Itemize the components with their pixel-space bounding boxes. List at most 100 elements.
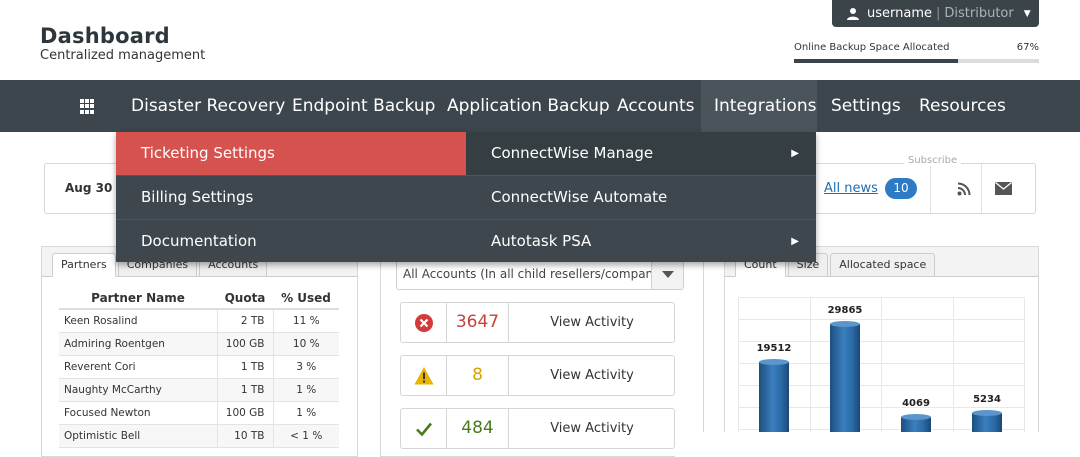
- nav-application-backup[interactable]: Application Backup: [433, 80, 624, 132]
- chart-data-label: 29865: [827, 305, 863, 317]
- percent-used-cell: 1 %: [272, 401, 339, 425]
- subscribe-group: [930, 163, 1037, 214]
- nav-disaster-recovery[interactable]: Disaster Recovery: [116, 80, 300, 132]
- chevron-right-icon: ▶: [791, 236, 799, 247]
- storage-meter: Online Backup Space Allocated 67%: [794, 42, 1039, 63]
- username-label: username: [867, 6, 932, 21]
- tab-allocated-space[interactable]: Allocated space: [830, 253, 936, 277]
- storage-bar-fill: [794, 59, 959, 63]
- mail-icon[interactable]: [995, 182, 1012, 195]
- subscribe-label: Subscribe: [904, 155, 962, 166]
- chart-gridline: [881, 297, 882, 432]
- main-nav: Disaster Recovery Endpoint Backup Applic…: [0, 80, 1080, 132]
- chart-bar[interactable]: [830, 324, 860, 437]
- quota-cell: 100 GB: [216, 332, 273, 356]
- table-row[interactable]: Naughty McCarthy 1 TB 1 %: [59, 378, 339, 402]
- percent-used-cell: 3 %: [272, 355, 339, 379]
- user-separator: |: [936, 6, 941, 21]
- nav-endpoint-backup[interactable]: Endpoint Backup: [278, 80, 449, 132]
- activity-icon-cell: [401, 356, 447, 395]
- user-role: Distributor: [944, 6, 1014, 21]
- menu-connectwise-manage-label: ConnectWise Manage: [491, 144, 654, 162]
- chart-gridline: [809, 297, 811, 432]
- count-chart: 19512 29865 4069 5234: [738, 297, 1025, 437]
- chart-gridline: [738, 297, 1024, 298]
- rss-icon[interactable]: [957, 182, 971, 196]
- chart-data-label: 5234: [973, 394, 1001, 406]
- user-icon: [847, 7, 859, 20]
- chart-gridline: [738, 297, 739, 432]
- activity-row-errors: 3647 View Activity: [400, 302, 675, 343]
- table-row[interactable]: Keen Rosalind 2 TB 11 %: [59, 309, 339, 333]
- menu-billing-settings[interactable]: Billing Settings: [116, 176, 466, 219]
- menu-autotask-psa-label: Autotask PSA: [491, 232, 592, 250]
- icon-divider: [981, 163, 982, 214]
- warning-icon: [414, 367, 434, 385]
- table-row[interactable]: Reverent Cori 1 TB 3 %: [59, 355, 339, 379]
- table-row[interactable]: Optimistic Bell 10 TB < 1 %: [59, 424, 339, 448]
- storage-percent: 67%: [1016, 42, 1039, 53]
- quota-cell: 2 TB: [216, 309, 273, 333]
- chevron-right-icon: ▶: [791, 148, 799, 159]
- menu-ticketing-settings[interactable]: Ticketing Settings: [116, 132, 466, 175]
- column-header[interactable]: % Used: [273, 287, 339, 310]
- storage-bar: [794, 59, 1039, 63]
- table-row[interactable]: Admiring Roentgen 100 GB 10 %: [59, 332, 339, 356]
- partner-name-cell: Admiring Roentgen: [59, 332, 217, 356]
- column-header[interactable]: Partner Name: [59, 287, 217, 310]
- table-row[interactable]: Focused Newton 100 GB 1 %: [59, 401, 339, 425]
- chart-gridline: [1024, 297, 1025, 432]
- quota-cell: 1 TB: [216, 378, 273, 402]
- chart-data-label: 4069: [902, 398, 930, 410]
- menu-connectwise-manage[interactable]: ConnectWise Manage ▶: [466, 132, 816, 175]
- success-icon: [416, 422, 433, 437]
- quota-cell: 10 TB: [216, 424, 273, 448]
- news-count-badge: 10: [885, 178, 917, 199]
- percent-used-cell: < 1 %: [272, 424, 339, 448]
- percent-used-cell: 10 %: [272, 332, 339, 356]
- menu-connectwise-automate[interactable]: ConnectWise Automate: [466, 176, 816, 219]
- tab-partners[interactable]: Partners: [52, 253, 116, 277]
- activity-row-warnings: 8 View Activity: [400, 355, 675, 396]
- chart-bar-cap: [759, 358, 789, 365]
- page-title: Dashboard: [40, 24, 170, 48]
- view-activity-button[interactable]: View Activity: [509, 409, 675, 448]
- menu-documentation[interactable]: Documentation: [116, 220, 466, 263]
- activity-count: 8: [447, 356, 509, 395]
- activity-count: 484: [447, 409, 509, 448]
- percent-used-cell: 1 %: [272, 378, 339, 402]
- bottom-fade: [675, 432, 1080, 457]
- integrations-dropdown: Ticketing Settings ConnectWise Manage ▶ …: [116, 132, 816, 262]
- storage-label: Online Backup Space Allocated: [794, 42, 950, 53]
- nav-accounts[interactable]: Accounts: [603, 80, 709, 132]
- view-activity-button[interactable]: View Activity: [509, 356, 675, 395]
- nav-integrations[interactable]: Integrations: [701, 80, 817, 132]
- partner-name-cell: Focused Newton: [59, 401, 217, 425]
- partner-name-cell: Optimistic Bell: [59, 424, 217, 448]
- chart-gridline: [952, 297, 954, 432]
- all-news-link[interactable]: All news: [824, 181, 878, 196]
- user-menu-button[interactable]: username | Distributor ▼: [832, 0, 1039, 27]
- nav-resources[interactable]: Resources: [905, 80, 1020, 132]
- error-icon: [415, 314, 433, 332]
- quota-cell: 1 TB: [216, 355, 273, 379]
- nav-settings[interactable]: Settings: [817, 80, 915, 132]
- caret-down-icon: ▼: [1023, 8, 1031, 19]
- accounts-select-value: All Accounts (In all child resellers/com…: [403, 267, 653, 281]
- partners-table: Partner Name Quota % Used Keen Rosalind 2…: [59, 287, 339, 448]
- activity-icon-cell: [401, 409, 447, 448]
- menu-autotask-psa[interactable]: Autotask PSA ▶: [466, 220, 816, 263]
- quota-cell: 100 GB: [216, 401, 273, 425]
- chevron-down-icon[interactable]: [651, 259, 683, 289]
- apps-grid-icon[interactable]: [80, 99, 95, 114]
- chart-gridline: [738, 319, 1024, 320]
- chart-bar[interactable]: [759, 361, 789, 437]
- percent-used-cell: 11 %: [272, 309, 339, 333]
- activity-count: 3647: [447, 303, 509, 342]
- page-subtitle: Centralized management: [40, 48, 206, 63]
- chart-data-label: 19512: [756, 342, 792, 354]
- partner-name-cell: Reverent Cori: [59, 355, 217, 379]
- brand: Dashboard Centralized management: [40, 24, 205, 64]
- view-activity-button[interactable]: View Activity: [509, 303, 675, 342]
- column-header[interactable]: Quota: [217, 287, 273, 310]
